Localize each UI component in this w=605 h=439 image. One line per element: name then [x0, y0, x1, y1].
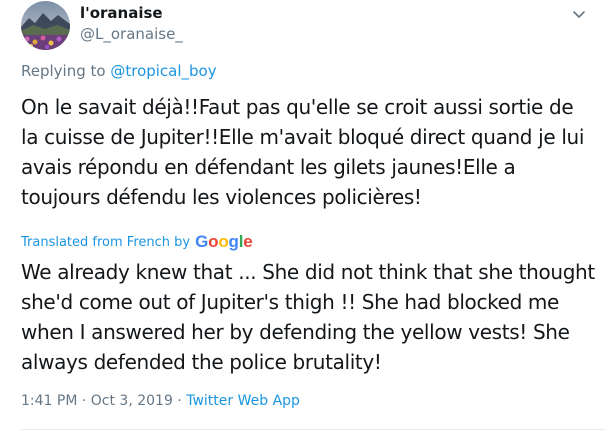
translated-text: We already knew that ... She did not thi… [21, 260, 595, 374]
translation-attribution: Translated from French by Google [21, 232, 253, 252]
source-app-link[interactable]: Twitter Web App [186, 393, 300, 409]
tweet-timestamp[interactable]: 1:41 PM · Oct 3, 2019 [21, 393, 173, 409]
avatar[interactable] [21, 1, 70, 50]
tweet-card: l'oranaise @L_oranaise_ Replying to @tro… [0, 0, 605, 439]
user-handle[interactable]: @L_oranaise_ [80, 25, 183, 43]
chevron-down-icon[interactable] [570, 7, 588, 21]
replying-to-label: Replying to [21, 62, 111, 80]
google-logo: Google [195, 232, 253, 251]
display-name[interactable]: l'oranaise [80, 4, 163, 22]
tweet-meta: 1:41 PM · Oct 3, 2019 · Twitter Web App [21, 393, 300, 409]
landscape-avatar-image [21, 1, 70, 50]
divider [21, 429, 605, 430]
tweet-text: On le savait déjà!!Faut pas qu'elle se c… [21, 95, 585, 209]
translated-from-label[interactable]: Translated from French by [21, 235, 190, 250]
meta-separator: · [172, 393, 187, 409]
replying-to: Replying to @tropical_boy [21, 62, 217, 80]
reply-mention-link[interactable]: @tropical_boy [110, 62, 216, 80]
